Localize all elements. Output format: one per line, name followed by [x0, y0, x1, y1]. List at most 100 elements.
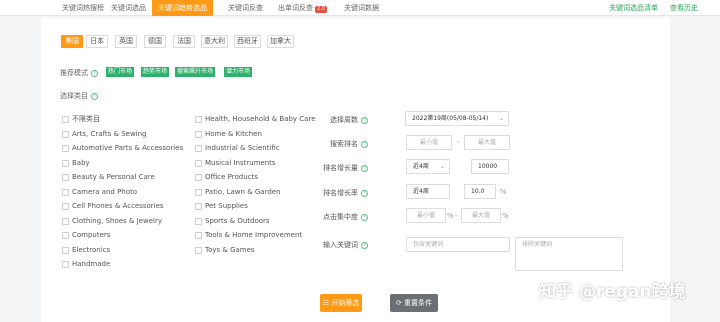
category-checkbox[interactable]: Health, Household & Baby Care: [195, 115, 316, 125]
click-concentration-max-input[interactable]: 最大值: [461, 208, 501, 223]
category-checkbox[interactable]: Sports & Outdoors: [195, 217, 270, 227]
category-label: Home & Kitchen: [205, 130, 262, 138]
category-checkbox[interactable]: Office Products: [195, 173, 258, 183]
category-checkbox[interactable]: 不限类目: [62, 115, 100, 125]
category-label: Automotive Parts & Accessories: [72, 144, 184, 152]
tab-keyword-trend[interactable]: 关键词趋势选品: [152, 0, 213, 16]
category-label: Health, Household & Baby Care: [205, 115, 316, 123]
help-icon[interactable]: ?: [361, 189, 368, 197]
category-label: Beauty & Personal Care: [72, 173, 155, 181]
help-icon[interactable]: ?: [361, 213, 368, 221]
market-chip[interactable]: 西班牙: [234, 35, 261, 48]
week-select[interactable]: 2022第19周(05/08-05/14) ⌄: [405, 111, 509, 126]
category-label: Camera and Photo: [72, 188, 138, 196]
category-checkbox[interactable]: Home & Kitchen: [195, 130, 262, 140]
checkbox-icon: [62, 159, 69, 167]
category-checkbox[interactable]: Patio, Lawn & Garden: [195, 188, 281, 198]
category-label: Pet Supplies: [205, 202, 248, 210]
rank-growth-period-select[interactable]: 近4周 ⌄: [406, 159, 450, 174]
checkbox-icon: [195, 188, 202, 196]
category-checkbox[interactable]: Handmade: [62, 260, 110, 270]
market-chip[interactable]: 法国: [173, 35, 195, 48]
help-icon[interactable]: ?: [361, 241, 368, 249]
category-checkbox[interactable]: Arts, Crafts & Sewing: [62, 130, 147, 140]
range-dash: -: [455, 212, 458, 220]
category-checkbox[interactable]: Industrial & Scientific: [195, 144, 280, 154]
category-checkbox[interactable]: Baby: [62, 159, 90, 169]
tab-order-keyword-reverse[interactable]: 出单词反查 2.0: [272, 0, 333, 16]
rank-growth-rate-label: 排名增长率?: [308, 188, 368, 198]
mode-potential-market[interactable]: 潜力市场: [224, 67, 253, 77]
category-checkbox[interactable]: Electronics: [62, 246, 110, 256]
include-keyword-input[interactable]: 包含关键词: [406, 237, 510, 252]
category-checkbox[interactable]: Camera and Photo: [62, 188, 137, 198]
category-label-text: 选择类目: [60, 92, 88, 100]
chevron-down-icon: ⌄: [498, 115, 504, 122]
category-label: Computers: [72, 231, 111, 239]
market-chip[interactable]: 日本: [86, 35, 108, 48]
reset-button[interactable]: ⟳ 重置条件: [390, 294, 438, 312]
rank-growth-rate-input[interactable]: 10.0: [464, 184, 496, 199]
category-checkbox[interactable]: Toys & Games: [195, 246, 255, 256]
category-label: Tools & Home Improvement: [205, 231, 303, 239]
tab-keyword-reverse[interactable]: 关键词反查: [222, 0, 269, 16]
market-chip[interactable]: 意大利: [201, 35, 228, 48]
tab-keyword-hot[interactable]: 关键词热搜榜: [56, 0, 110, 16]
category-label: Sports & Outdoors: [205, 217, 270, 225]
search-rank-min-input[interactable]: 最小值: [406, 135, 452, 150]
filter-icon: ☷: [322, 299, 330, 307]
search-rank-label-text: 搜索排名: [330, 140, 358, 148]
market-chip[interactable]: 加拿大: [267, 35, 294, 48]
checkbox-icon: [62, 217, 69, 225]
week-label-text: 选择周数: [330, 116, 358, 124]
category-label: Musical Instruments: [205, 159, 276, 167]
keyword-label: 输入关键词?: [308, 240, 368, 250]
market-chip[interactable]: 德国: [144, 35, 166, 48]
checkbox-icon: [195, 202, 202, 210]
percent-unit: %: [447, 212, 454, 220]
category-checkbox[interactable]: Pet Supplies: [195, 202, 248, 212]
percent-unit: %: [500, 188, 507, 196]
help-icon[interactable]: ?: [361, 164, 368, 172]
help-icon[interactable]: ?: [91, 69, 98, 77]
tab-keyword-data[interactable]: 关键词数据: [338, 0, 385, 16]
category-label: Clothing, Shoes & Jewelry: [72, 217, 162, 225]
category-checkbox[interactable]: Beauty & Personal Care: [62, 173, 155, 183]
rank-growth-rate-period-select[interactable]: 近4周: [406, 184, 450, 199]
start-filter-label: 开始筛选: [331, 299, 360, 307]
mode-hot-market[interactable]: 热门市场: [106, 67, 135, 77]
reset-icon: ⟳: [395, 299, 402, 307]
category-checkbox[interactable]: Tools & Home Improvement: [195, 231, 302, 241]
search-rank-max-input[interactable]: 最大值: [464, 135, 510, 150]
start-filter-button[interactable]: ☷ 开始筛选: [320, 294, 362, 312]
keyword-list-link[interactable]: 关键词选品清单: [609, 0, 658, 16]
category-checkbox[interactable]: Musical Instruments: [195, 159, 276, 169]
click-concentration-min-input[interactable]: 最小值: [406, 208, 446, 223]
category-checkbox[interactable]: Automotive Parts & Accessories: [62, 144, 183, 154]
tab-keyword-select[interactable]: 关键词选品: [105, 0, 152, 16]
search-rank-label: 搜索排名?: [308, 139, 368, 149]
period-value: 近4周: [413, 188, 429, 195]
help-icon[interactable]: ?: [361, 140, 368, 148]
help-icon[interactable]: ?: [91, 92, 98, 100]
watermark: 知乎 @regan跨境: [539, 282, 686, 302]
market-chip[interactable]: 美国: [61, 35, 83, 48]
range-dash: -: [457, 138, 460, 146]
week-label: 选择周数?: [308, 115, 368, 125]
checkbox-icon: [195, 115, 202, 123]
mode-trend-market[interactable]: 趋势市场: [141, 67, 170, 77]
category-checkbox[interactable]: Cell Phones & Accessories: [62, 202, 164, 212]
exclude-keyword-input[interactable]: 排除关键词: [515, 237, 623, 271]
reset-label: 重置条件: [404, 299, 433, 307]
category-checkbox[interactable]: Clothing, Shoes & Jewelry: [62, 217, 162, 227]
history-link[interactable]: 查看历史: [670, 0, 698, 16]
category-label: Baby: [72, 159, 90, 167]
mode-search-surge-market[interactable]: 搜索飙升市场: [175, 67, 216, 77]
help-icon[interactable]: ?: [361, 116, 368, 124]
market-chip[interactable]: 英国: [115, 35, 137, 48]
category-label: Electronics: [72, 246, 111, 254]
category-checkbox[interactable]: Computers: [62, 231, 110, 241]
rank-growth-count-label-text: 排名增长量: [323, 164, 358, 172]
percent-unit: %: [502, 212, 509, 220]
rank-growth-count-input[interactable]: 10000: [471, 159, 509, 174]
